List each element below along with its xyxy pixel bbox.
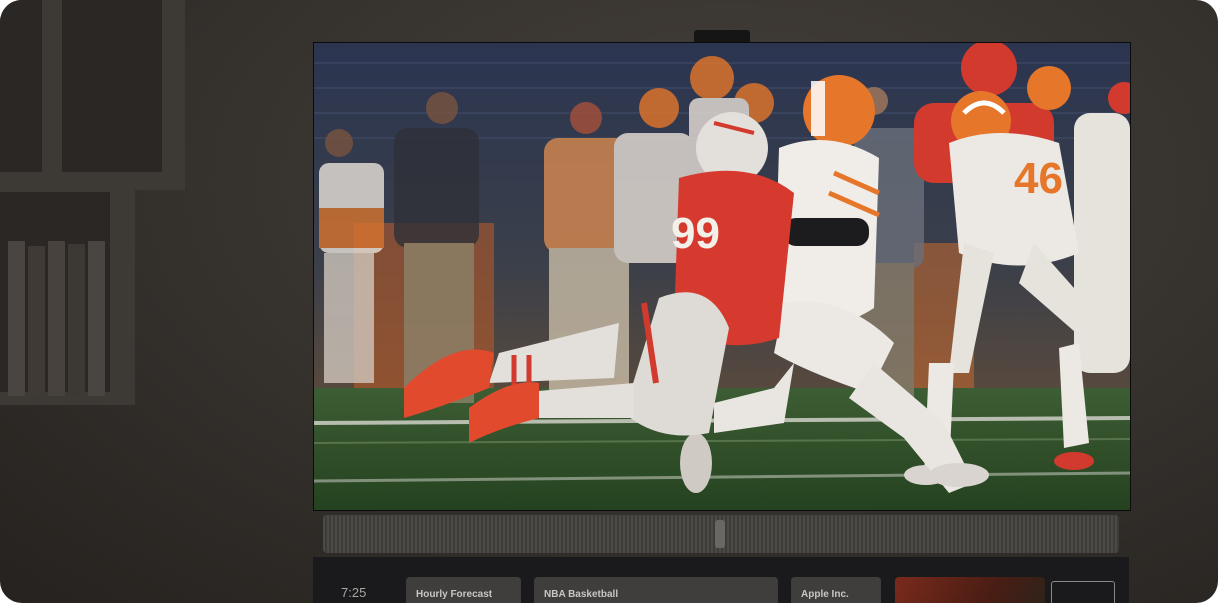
clock: 7:25 [341, 585, 367, 600]
tile-label: Apple Inc. [801, 589, 849, 600]
runner-number: 46 [1014, 154, 1063, 203]
tackler-number: 99 [671, 209, 720, 258]
football-photo: 46 99 [314, 43, 1130, 510]
hourly-forecast-tile[interactable]: Hourly Forecast [406, 577, 521, 603]
nba-basketball-tile[interactable]: NBA Basketball [534, 577, 778, 603]
media-thumbnail-outline[interactable] [1051, 581, 1115, 603]
tile-label: NBA Basketball [544, 589, 619, 600]
media-thumbnail[interactable] [895, 577, 1045, 603]
tv-dock-bar: 7:25 Hourly Forecast NBA Basketball Appl… [313, 557, 1129, 603]
tv-screen: 46 99 [313, 42, 1131, 511]
apple-inc-tile[interactable]: Apple Inc. [791, 577, 881, 603]
soundbar-icon [323, 515, 1119, 553]
bookshelf [0, 0, 185, 410]
living-room-scene: 46 99 7:25 Hourly Forecast NBA Basketbal… [0, 0, 1218, 603]
tile-label: Hourly Forecast [416, 589, 493, 600]
